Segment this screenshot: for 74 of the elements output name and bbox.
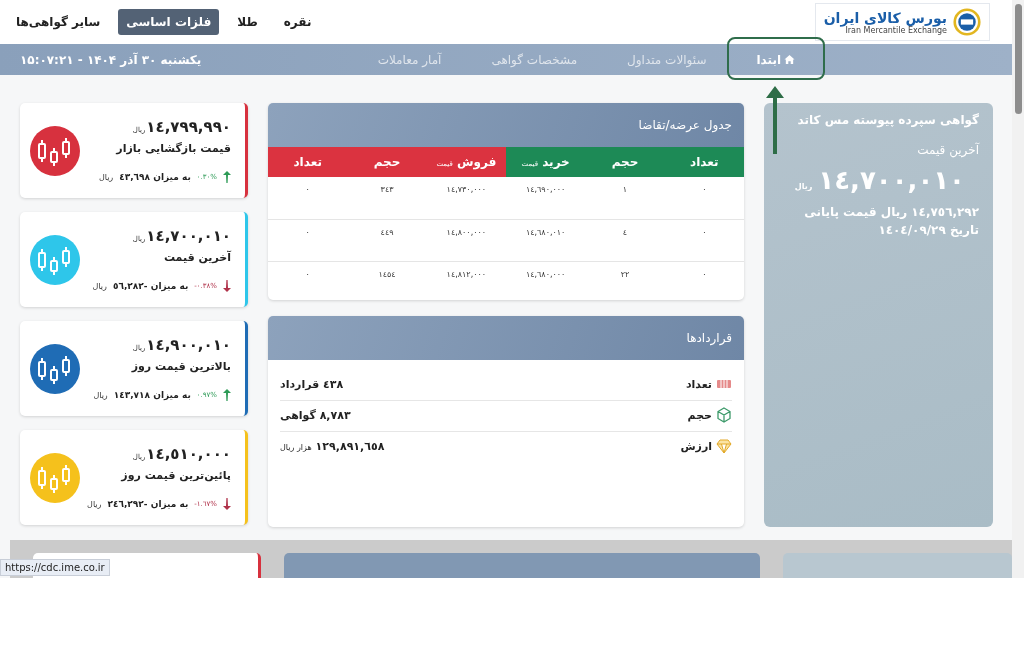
table-cell: ١ — [585, 177, 665, 219]
column-header: تعداد — [268, 147, 348, 177]
logo-emblem-icon — [953, 8, 981, 36]
home-icon — [784, 54, 795, 65]
candlestick-icon — [30, 125, 80, 176]
table-cell: ٠ — [664, 219, 744, 261]
table-cell: ٠ — [268, 261, 348, 300]
price-label: قیمت بازگشایی بازار — [114, 142, 231, 155]
table-cell: ٠ — [268, 219, 348, 261]
card-title: جدول عرضه/تقاضا — [268, 103, 744, 147]
stat-label: ارزش — [680, 439, 712, 453]
currency-unit: ریال — [93, 390, 108, 400]
stat-label: حجم — [687, 408, 712, 422]
column-header: تعداد — [664, 147, 744, 177]
table-cell: ١٤,٦٨٠,٠١٠ — [506, 219, 586, 261]
currency-unit: ریال — [794, 182, 813, 191]
table-cell: ١٤,٧٣٠,٠٠٠ — [426, 177, 506, 219]
up-arrow-icon — [223, 171, 231, 183]
logo-subtitle: Iran Mercantile Exchange — [845, 25, 947, 35]
card-title: قراردادها — [268, 316, 744, 360]
price-value: ١٤,٥١٠,٠٠٠ — [146, 445, 231, 463]
column-header: حجم — [585, 147, 665, 177]
scroll-thumb[interactable] — [1014, 4, 1022, 114]
stat-value: ٤٣٨ قرارداد — [280, 377, 344, 391]
diamond-icon — [716, 438, 732, 454]
currency-unit: ریال — [87, 499, 102, 509]
unit-label: هزار ریال — [280, 442, 312, 452]
stat-value: ١٢٩,٨٩١,٦٥٨ — [315, 439, 385, 453]
table-cell: ٢٢ — [585, 261, 665, 300]
change-amount: به میزان -٥٦,٢٨٢ — [112, 281, 189, 291]
table-cell: ١٤٥٤ — [347, 261, 427, 300]
price-label: آخرین قیمت — [916, 143, 979, 157]
logo-title: بورس کالای ایران — [823, 9, 947, 26]
last-price: ١٤,٧٠٠,٠١٠ — [818, 165, 965, 195]
down-arrow-icon — [223, 280, 231, 292]
table-cell: ١٤,٨٠٠,٠٠٠ — [426, 219, 506, 261]
closing-price-note: ١٤,٧٥٦,٢٩٢ ریال قیمت پایانی تاریخ ١٤٠٤/٠٩/٢٩ — [803, 204, 979, 239]
change-amount: به میزان ٤٣,٦٩٨ — [119, 172, 191, 182]
certificate-title: گواهی سپرده پیوسته مس کاتد — [796, 113, 979, 127]
column-header: حجم — [347, 147, 427, 177]
category-tab[interactable]: طلا — [229, 9, 266, 35]
category-tab[interactable]: فلزات اساسی — [118, 9, 220, 35]
price-label: پائین‌ترین قیمت روز — [119, 469, 231, 482]
status-url: https://cdc.ime.co.ir — [0, 559, 110, 576]
table-cell: ٤ — [585, 219, 665, 261]
change-amount: به میزان ١٤٣,٧١٨ — [113, 390, 191, 400]
table-cell: ٠ — [268, 177, 348, 219]
price-label: بالاترین قیمت روز — [130, 360, 231, 373]
candlestick-icon — [30, 234, 80, 285]
table-cell: ٣٤٣ — [347, 177, 427, 219]
table-cell: ٠ — [664, 261, 744, 300]
candlestick-icon — [30, 452, 80, 503]
price-value: ١٤,٧٩٩,٩٩٠ — [146, 118, 231, 136]
category-tab[interactable]: نقره — [275, 9, 320, 35]
down-arrow-icon — [223, 498, 231, 510]
up-arrow-icon — [223, 389, 231, 401]
candlestick-icon — [30, 343, 80, 394]
currency-unit: ریال — [98, 172, 114, 182]
scrollbar[interactable] — [1012, 0, 1024, 578]
table-cell: ٠ — [664, 177, 744, 219]
stat-label: تعداد — [685, 377, 712, 391]
price-value: ١٤,٩٠٠,٠١٠ — [146, 336, 231, 354]
change-amount: به میزان -٢٤٦,٢٩٢ — [107, 499, 189, 509]
table-cell: ١٤,٦٨٠,٠٠٠ — [506, 261, 586, 300]
category-tab[interactable]: سایر گواهی‌ها — [8, 9, 109, 35]
table-cell: ١٤,٦٩٠,٠٠٠ — [506, 177, 586, 219]
price-label: آخرین قیمت — [162, 251, 231, 264]
table-cell: ١٤,٨١٢,٠٠٠ — [426, 261, 506, 300]
currency-unit: ریال — [92, 281, 107, 291]
price-value: ١٤,٧٠٠,٠١٠ — [146, 227, 231, 245]
cube-icon — [716, 407, 732, 423]
stat-value: ٨,٧٨٣ گواهی — [280, 408, 351, 422]
date-time: یکشنبه ۳۰ آذر ۱۴۰۴ - ۱۵:۰۷:۲۱ — [20, 52, 202, 67]
table-cell: ٤٤٩ — [347, 219, 427, 261]
